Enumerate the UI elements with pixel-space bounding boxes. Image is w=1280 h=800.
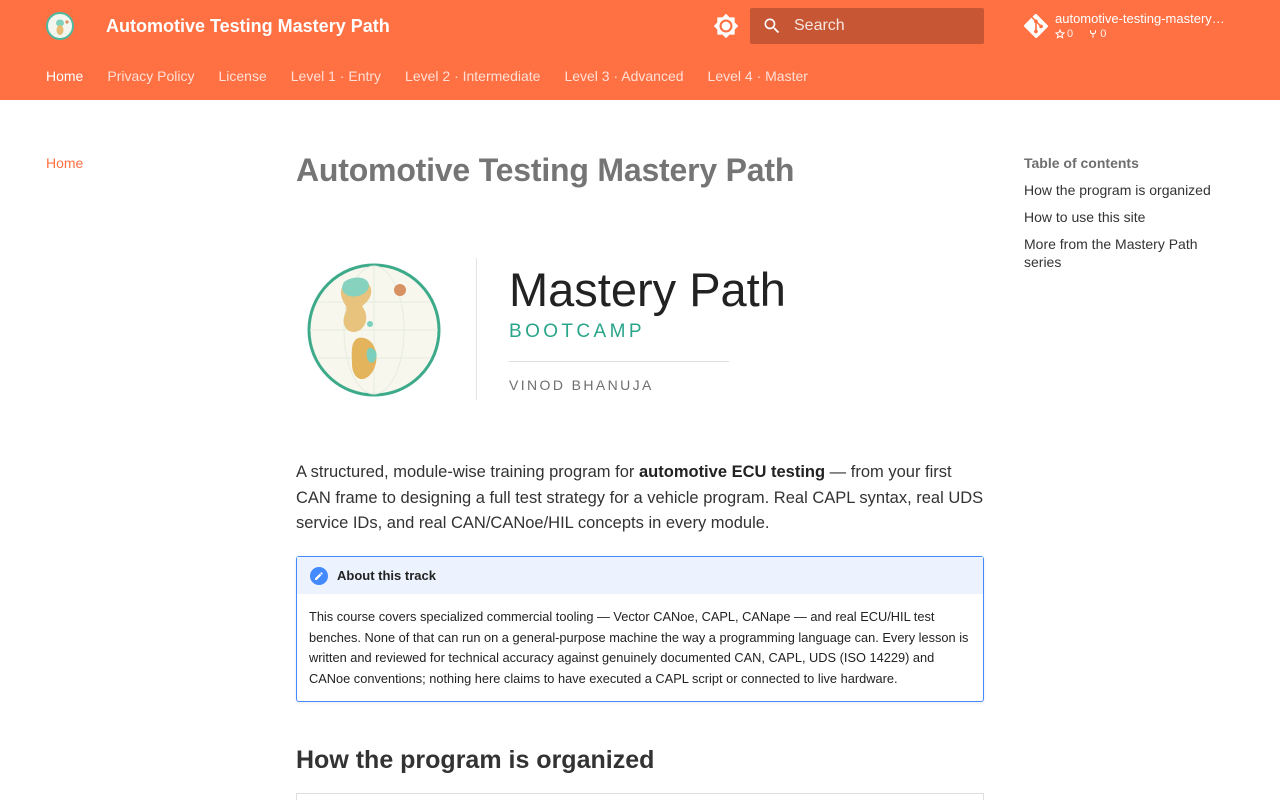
repo-stars: 0 <box>1055 28 1079 40</box>
table-top-edge <box>296 793 984 800</box>
table-of-contents: Table of contents How the program is org… <box>1024 155 1234 280</box>
star-icon <box>1055 29 1065 39</box>
globe-logo-icon <box>307 263 441 397</box>
site-logo-icon[interactable] <box>46 12 74 40</box>
tab-home[interactable]: Home <box>46 68 83 88</box>
toc-item-program-organized[interactable]: How the program is organized <box>1024 181 1234 199</box>
admonition-body: This course covers specialized commercia… <box>309 609 969 686</box>
top-tabs: Home Privacy Policy License Level 1 · En… <box>46 68 832 88</box>
intro-bold-text: automotive ECU testing <box>638 463 826 481</box>
theme-toggle-sun-icon[interactable] <box>713 13 739 39</box>
intro-paragraph: A structured, module-wise training progr… <box>296 460 984 537</box>
header-bar: Automotive Testing Mastery Path automoti… <box>0 0 1280 100</box>
admonition-header[interactable]: About this track <box>297 557 983 594</box>
hero-rule <box>509 361 729 362</box>
page-title: Automotive Testing Mastery Path <box>296 152 795 188</box>
tab-level-4[interactable]: Level 4 · Master <box>708 68 808 88</box>
tab-level-1[interactable]: Level 1 · Entry <box>291 68 381 88</box>
hero-banner: Mastery Path BOOTCAMP VINOD BHANUJA <box>296 258 984 403</box>
repo-forks: 0 <box>1088 28 1112 40</box>
fork-icon <box>1090 30 1097 38</box>
toc-item-more-series[interactable]: More from the Mastery Path series <box>1024 235 1234 271</box>
hero-title: Mastery Path <box>509 263 786 316</box>
tab-privacy-policy[interactable]: Privacy Policy <box>107 68 194 88</box>
site-title[interactable]: Automotive Testing Mastery Path <box>106 16 390 37</box>
hero-author: VINOD BHANUJA <box>509 377 654 393</box>
tab-level-2[interactable]: Level 2 · Intermediate <box>405 68 540 88</box>
tab-level-3[interactable]: Level 3 · Advanced <box>564 68 683 88</box>
tab-license[interactable]: License <box>219 68 267 88</box>
main-content: Automotive Testing Mastery Path <box>296 150 984 190</box>
git-icon <box>1024 14 1048 38</box>
section-heading-program-organized: How the program is organized <box>296 746 655 774</box>
about-track-admonition: About this track This course covers spec… <box>296 556 984 702</box>
hero-divider <box>476 258 477 400</box>
toc-title: Table of contents <box>1024 155 1139 171</box>
repo-name: automotive-testing-mastery-path <box>1055 11 1227 26</box>
intro-text-start: A structured, module-wise training progr… <box>296 463 639 481</box>
repo-facts: 0 0 <box>1055 28 1118 42</box>
repo-link[interactable]: automotive-testing-mastery-path 0 0 <box>1024 10 1234 44</box>
search-icon <box>764 18 780 34</box>
search-input[interactable] <box>794 8 976 44</box>
toc-item-how-to-use[interactable]: How to use this site <box>1024 208 1234 226</box>
search-box[interactable] <box>750 8 984 44</box>
admonition-title: About this track <box>337 568 436 583</box>
hero-subtitle: BOOTCAMP <box>509 321 645 342</box>
pencil-icon <box>310 567 328 585</box>
sidebar-item-home[interactable]: Home <box>46 155 83 171</box>
